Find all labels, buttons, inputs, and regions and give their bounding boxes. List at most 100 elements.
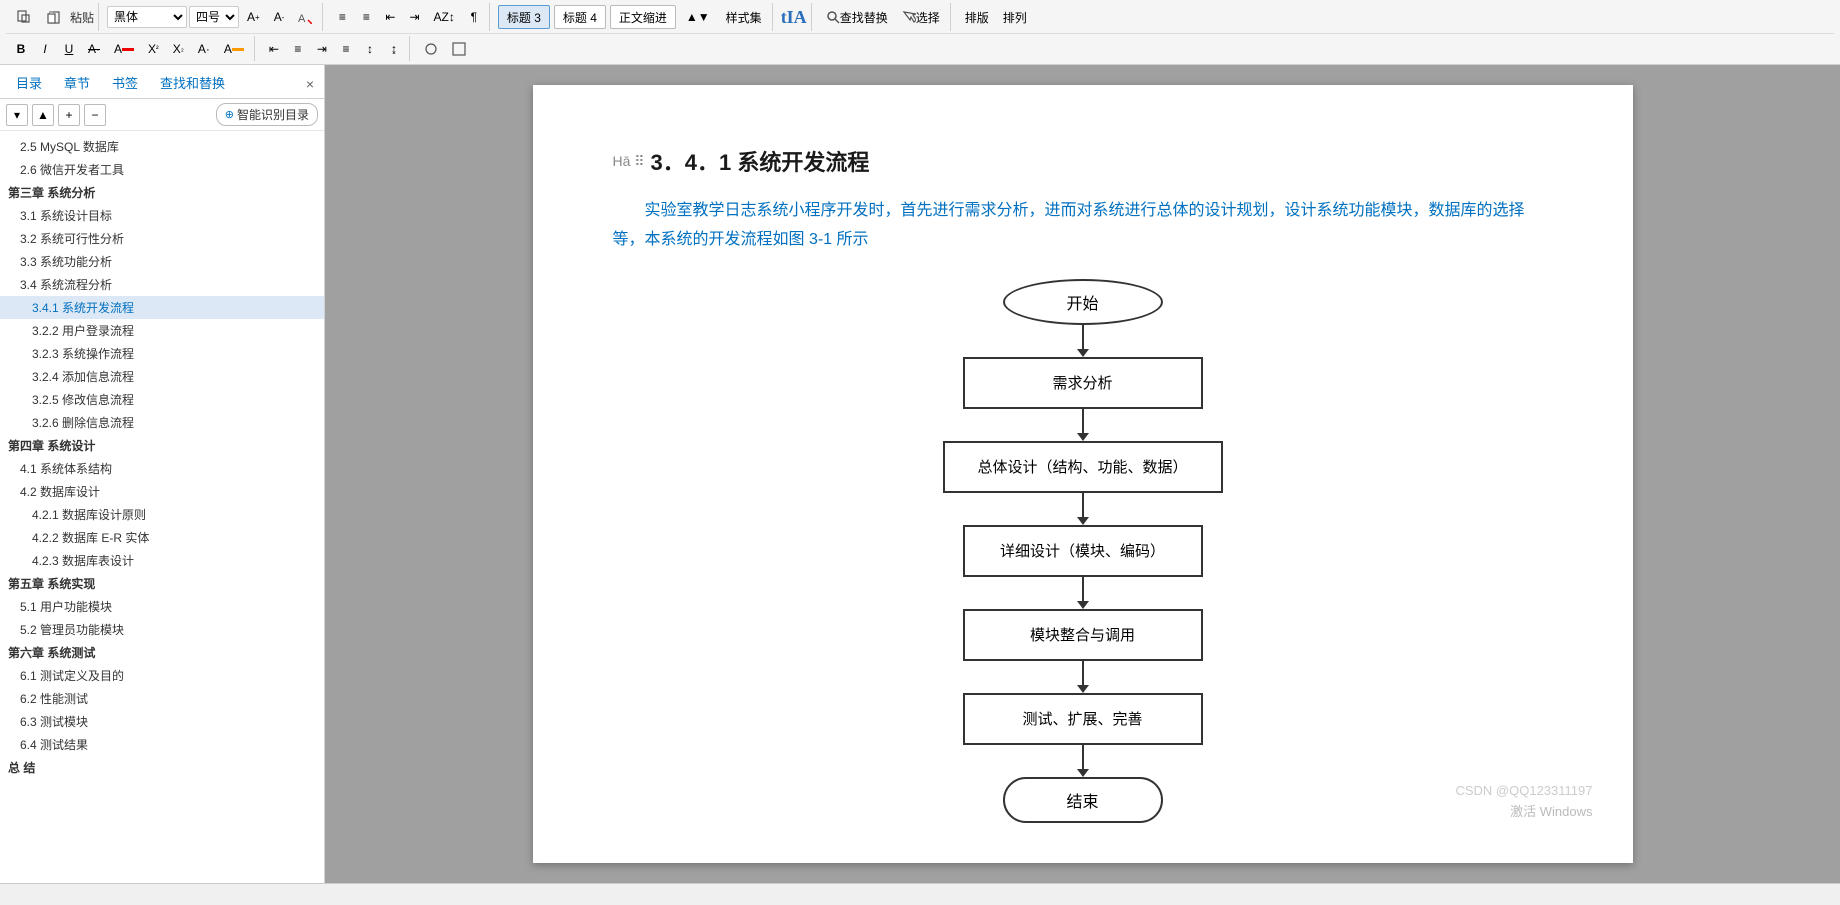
nav-item-nav-conclusion[interactable]: 总 结 xyxy=(0,756,324,779)
doc-heading: 3．4．1 系统开发流程 xyxy=(651,145,870,177)
subscript-button[interactable]: X₂ xyxy=(167,38,190,60)
flowchart-node-requirements: 需求分析 xyxy=(963,357,1203,409)
style-body-indent-button[interactable]: 正文缩进 xyxy=(610,5,676,29)
arrange-button[interactable]: 排列 xyxy=(997,6,1033,28)
nav-item-nav-41[interactable]: 4.1 系统体系结构 xyxy=(0,457,324,480)
nav-item-nav-326[interactable]: 3.2.6 删除信息流程 xyxy=(0,411,324,434)
nav-tab-toc[interactable]: 目录 xyxy=(6,69,52,98)
flow-arrow-1 xyxy=(1077,325,1089,357)
nav-item-nav-ch5[interactable]: 第五章 系统实现 xyxy=(0,572,324,595)
nav-item-nav-34[interactable]: 3.4 系统流程分析 xyxy=(0,273,324,296)
indent-less-button[interactable]: ⇤ xyxy=(379,6,401,28)
watermark-line2: 激活 Windows xyxy=(1455,802,1592,823)
nav-panel: 目录 章节 书签 查找和替换 × ▾ ▲ + − ⊕ 智能识别目录 2.5 My… xyxy=(0,65,325,883)
toolbar-group-textstyle: B I U A· A X² X₂ A· A xyxy=(6,36,255,61)
nav-item-nav-51[interactable]: 5.1 用户功能模块 xyxy=(0,595,324,618)
superscript-button[interactable]: X² xyxy=(142,38,165,60)
fontcolor-button[interactable]: A xyxy=(108,38,140,60)
styles-dropdown-button[interactable]: ▲▼ xyxy=(680,6,716,28)
nav-item-nav-ch4[interactable]: 第四章 系统设计 xyxy=(0,434,324,457)
format-painter-button[interactable] xyxy=(10,6,38,28)
nav-item-nav-33[interactable]: 3.3 系统功能分析 xyxy=(0,250,324,273)
style-set-button[interactable]: 样式集 xyxy=(720,6,768,28)
nav-item-nav-61[interactable]: 6.1 测试定义及目的 xyxy=(0,664,324,687)
find-replace-button[interactable]: 查找替换 xyxy=(820,6,894,28)
nav-item-nav-341[interactable]: 3.4.1 系统开发流程 xyxy=(0,296,324,319)
nav-item-nav-42[interactable]: 4.2 数据库设计 xyxy=(0,480,324,503)
style-heading4-button[interactable]: 标题 4 xyxy=(554,5,606,29)
toolbar-group-paste: 粘贴 xyxy=(6,3,99,31)
nav-remove-button[interactable]: − xyxy=(84,104,106,126)
nav-item-nav-423[interactable]: 4.2.3 数据库表设计 xyxy=(0,549,324,572)
nav-item-nav-52[interactable]: 5.2 管理员功能模块 xyxy=(0,618,324,641)
numbering-button[interactable]: ≡ xyxy=(355,6,377,28)
align-justify-button[interactable]: ≡ xyxy=(335,38,357,60)
flowchart-node-overall-design: 总体设计（结构、功能、数据） xyxy=(943,441,1223,493)
strikethrough-button[interactable]: A· xyxy=(82,38,106,60)
flow-arrow-6 xyxy=(1077,745,1089,777)
smart-toc-label: 智能识别目录 xyxy=(237,106,309,123)
nav-tab-bookmark[interactable]: 书签 xyxy=(102,69,148,98)
border-button[interactable] xyxy=(418,38,444,60)
nav-add-button[interactable]: + xyxy=(58,104,80,126)
shade-button[interactable] xyxy=(446,38,472,60)
flow-arrow-5 xyxy=(1077,661,1089,693)
sort-button[interactable]: AZ↕ xyxy=(428,6,461,28)
nav-expand-button[interactable]: ▾ xyxy=(6,104,28,126)
bullets-button[interactable]: ≡ xyxy=(331,6,353,28)
nav-item-nav-ch6[interactable]: 第六章 系统测试 xyxy=(0,641,324,664)
font-shrink-button[interactable]: A- xyxy=(268,6,291,28)
nav-item-nav-325[interactable]: 3.2.5 修改信息流程 xyxy=(0,388,324,411)
highlight-button[interactable]: A xyxy=(218,38,250,60)
typeset-button[interactable]: 排版 xyxy=(959,6,995,28)
clear-format-button[interactable]: A xyxy=(292,6,318,28)
toolbar-group-font: 黑体 四号 A+ A- A xyxy=(103,3,323,31)
align-right-button[interactable]: ⇥ xyxy=(311,38,333,60)
font-size-select[interactable]: 四号 xyxy=(189,6,239,28)
paste-button[interactable] xyxy=(40,6,68,28)
nav-close-button[interactable]: × xyxy=(302,76,318,92)
font-grow-button[interactable]: A+ xyxy=(241,6,266,28)
nav-item-nav-64[interactable]: 6.4 测试结果 xyxy=(0,733,324,756)
char-spacing-button[interactable]: A· xyxy=(192,38,216,60)
nav-smart-toc-button[interactable]: ⊕ 智能识别目录 xyxy=(216,103,318,126)
nav-item-nav-ch3[interactable]: 第三章 系统分析 xyxy=(0,181,324,204)
para-spacing-button[interactable]: ↨ xyxy=(383,38,405,60)
nav-item-nav-mysql[interactable]: 2.5 MySQL 数据库 xyxy=(0,135,324,158)
underline-button[interactable]: U xyxy=(58,38,80,60)
toolbar-group-find: 查找替换 选择 xyxy=(816,3,951,31)
doc-area[interactable]: Hā ⠿ 3．4．1 系统开发流程 实验室教学日志系统小程序开发时，首先进行需求… xyxy=(325,65,1840,883)
nav-item-nav-324[interactable]: 3.2.4 添加信息流程 xyxy=(0,365,324,388)
bold-button[interactable]: B xyxy=(10,38,32,60)
paragraph-mark-button[interactable]: ¶ xyxy=(463,6,485,28)
toolbar-group-styles: 标题 3 标题 4 正文缩进 ▲▼ 样式集 xyxy=(494,3,773,31)
svg-text:A: A xyxy=(298,13,306,24)
toolbar-group-align: ⇤ ≡ ⇥ ≡ ↕ ↨ xyxy=(259,36,410,61)
nav-item-nav-322[interactable]: 3.2.2 用户登录流程 xyxy=(0,319,324,342)
italic-button[interactable]: I xyxy=(34,38,56,60)
flow-arrow-3 xyxy=(1077,493,1089,525)
align-center-button[interactable]: ≡ xyxy=(287,38,309,60)
font-family-select[interactable]: 黑体 xyxy=(107,6,187,28)
select-button[interactable]: 选择 xyxy=(896,6,946,28)
nav-item-nav-63[interactable]: 6.3 测试模块 xyxy=(0,710,324,733)
align-left-button[interactable]: ⇤ xyxy=(263,38,285,60)
nav-item-nav-323[interactable]: 3.2.3 系统操作流程 xyxy=(0,342,324,365)
flow-arrow-2 xyxy=(1077,409,1089,441)
nav-item-nav-422[interactable]: 4.2.2 数据库 E-R 实体 xyxy=(0,526,324,549)
nav-item-nav-wechat[interactable]: 2.6 微信开发者工具 xyxy=(0,158,324,181)
line-spacing-button[interactable]: ↕ xyxy=(359,38,381,60)
nav-tab-chapter[interactable]: 章节 xyxy=(54,69,100,98)
nav-up-button[interactable]: ▲ xyxy=(32,104,54,126)
indent-more-button[interactable]: ⇥ xyxy=(403,6,425,28)
heading-handle: Hā ⠿ xyxy=(613,153,645,170)
nav-tab-findreplace[interactable]: 查找和替换 xyxy=(150,69,235,98)
nav-item-nav-62[interactable]: 6.2 性能测试 xyxy=(0,687,324,710)
nav-item-nav-421[interactable]: 4.2.1 数据库设计原则 xyxy=(0,503,324,526)
nav-item-nav-31[interactable]: 3.1 系统设计目标 xyxy=(0,204,324,227)
nav-item-nav-32[interactable]: 3.2 系统可行性分析 xyxy=(0,227,324,250)
flowchart: 开始 需求分析 总体设计（结构、功能、数据） xyxy=(933,279,1233,823)
style-heading3-button[interactable]: 标题 3 xyxy=(498,5,550,29)
flowchart-node-end: 结束 xyxy=(1003,777,1163,823)
watermark-line1: CSDN @QQ123311197 xyxy=(1455,781,1592,802)
